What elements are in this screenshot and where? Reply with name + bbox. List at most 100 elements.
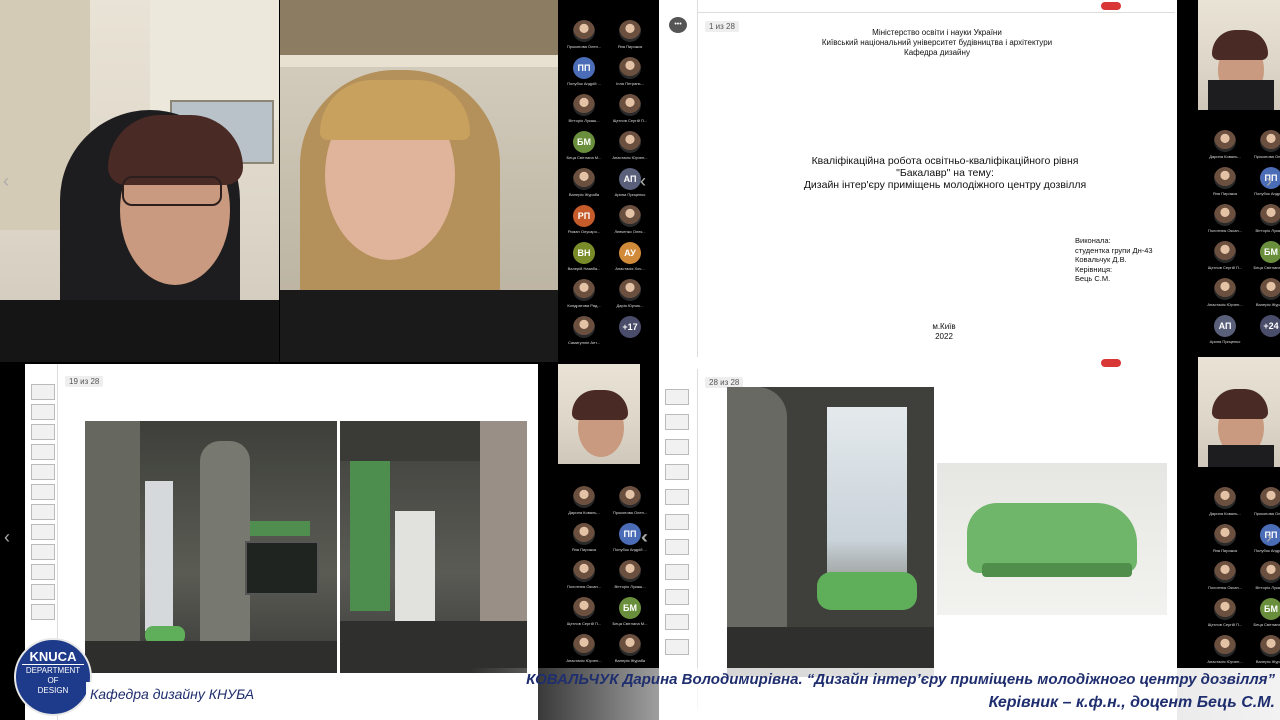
participant-name: Полотнюк Оксан...: [566, 584, 602, 589]
participant-tile[interactable]: Анастасія Юрчен...: [1206, 635, 1244, 669]
avatar: [573, 168, 595, 190]
participant-tile[interactable]: БМ Беца Світлана М...: [565, 131, 603, 165]
participant-tile[interactable]: Полотнюк Оксан...: [1206, 561, 1244, 595]
participant-tile[interactable]: Кондратова Рад...: [565, 279, 603, 313]
chevron-left-icon[interactable]: ‹: [4, 528, 10, 546]
window-sofa-render: [727, 387, 934, 677]
avatar: [1260, 278, 1280, 300]
participant-tile[interactable]: Вітторіо Лукаш...: [565, 94, 603, 128]
participant-tile[interactable]: Полотнюк Оксан...: [1206, 204, 1244, 238]
participant-tile[interactable]: Щеглов Сергій П...: [565, 597, 603, 631]
chevron-right-icon[interactable]: ›: [1266, 528, 1272, 546]
participant-tile[interactable]: Прокопова Олен...: [1252, 487, 1280, 521]
avatar: [619, 131, 641, 153]
avatar: [1214, 241, 1236, 263]
participant-tile[interactable]: Яна Пирожок: [1206, 167, 1244, 201]
participant-name: Полубок Андрій ...: [1254, 548, 1280, 553]
avatar: [1260, 204, 1280, 226]
participant-tile[interactable]: Щеглов Сергій П...: [1206, 241, 1244, 275]
caption-supervisor: Керівник – к.ф.н., доцент Бець С.М.: [988, 694, 1275, 711]
slide-thumbnails[interactable]: [659, 369, 698, 709]
participant-tile[interactable]: Яна Пирожок: [1206, 524, 1244, 558]
participant-tile[interactable]: БМ Беца Світлана М...: [611, 597, 649, 631]
close-share-button[interactable]: [1101, 359, 1121, 367]
participant-name: Валерія Жураба: [1255, 659, 1280, 664]
chevron-right-icon[interactable]: ‹: [640, 172, 646, 190]
participant-name: Дарія Юрчик...: [616, 303, 644, 308]
participant-tile[interactable]: Самигуллін Ант...: [565, 316, 603, 350]
participant-tile[interactable]: Валерія Жураба: [565, 168, 603, 202]
participant-tile[interactable]: Яна Пирожок: [565, 523, 603, 557]
participant-tile[interactable]: Валерія Жураба: [1252, 278, 1280, 312]
avatar: [573, 486, 595, 508]
chevron-left-icon[interactable]: ‹: [641, 528, 647, 546]
participant-tile[interactable]: Дарія Юрчик...: [611, 279, 649, 313]
participants-grid: Прокопова Олен... Яна Пирожок ПП Полубок Ан…: [565, 20, 649, 350]
participant-tile[interactable]: БМ Беца Світлана М...: [1252, 598, 1280, 632]
participant-tile[interactable]: Прокопова Олен...: [565, 20, 603, 54]
participants-grid: Дарина Коваль... Прокопова Олен... Яна Пир…: [1206, 130, 1280, 349]
participant-tile[interactable]: Яна Пирожок: [611, 20, 649, 54]
participant-name: Щеглов Сергій П...: [612, 118, 648, 123]
participant-name: Беца Світлана М...: [1253, 265, 1280, 270]
participant-name: Самигуллін Ант...: [568, 340, 600, 345]
sofa-render: [937, 463, 1167, 615]
chevron-left-icon[interactable]: ‹: [3, 172, 9, 190]
avatar: [619, 57, 641, 79]
participant-tile[interactable]: Вітторіо Лукаш...: [1252, 561, 1280, 595]
avatar: [619, 486, 641, 508]
participant-name: Яна Пирожок: [617, 44, 643, 49]
participant-tile[interactable]: ПП Полубок Андрій ...: [565, 57, 603, 91]
participants-panel-right-top: Дарина Коваль... Прокопова Олен... Яна Пир…: [1178, 0, 1280, 362]
university-text: Київський національний університет будів…: [821, 38, 1053, 47]
participant-tile[interactable]: Вітторіо Лукаш...: [1252, 204, 1280, 238]
participant-tile[interactable]: Полотнюк Оксан...: [565, 560, 603, 594]
avatar: ПП: [573, 57, 595, 79]
slide-thumbnails[interactable]: •••: [659, 0, 698, 357]
participant-tile[interactable]: Щеглов Сергій П...: [611, 94, 649, 128]
participant-tile[interactable]: АП Арина Прицепко: [1206, 315, 1244, 349]
participant-tile[interactable]: Валерія Жураба: [611, 634, 649, 668]
city-text: м.Київ: [932, 322, 956, 331]
avatar: [573, 20, 595, 42]
participant-name: Дарина Коваль...: [1209, 154, 1241, 159]
participant-tile[interactable]: +24: [1252, 315, 1280, 349]
participant-name: Анастасія Юрчен...: [1207, 302, 1243, 307]
avatar: [573, 560, 595, 582]
chevron-right-icon[interactable]: ›: [1266, 172, 1272, 190]
participant-tile[interactable]: Анастасія Юрчен...: [565, 634, 603, 668]
avatar: [619, 94, 641, 116]
participant-tile[interactable]: Щеглов Сергій П...: [1206, 598, 1244, 632]
avatar: [1214, 635, 1236, 657]
avatar: АП: [1214, 315, 1236, 337]
participant-tile[interactable]: ВН Валерій Назаба...: [565, 242, 603, 276]
participant-tile[interactable]: Ілля Петрань...: [611, 57, 649, 91]
participant-tile[interactable]: +17: [611, 316, 649, 350]
participant-tile[interactable]: Вітторіо Лукаш...: [611, 560, 649, 594]
year-text: 2022: [935, 332, 953, 341]
participant-tile[interactable]: Валерія Жураба: [1252, 635, 1280, 669]
knuca-logo: KNUCA DEPARTMENT OF DESIGN: [14, 638, 92, 716]
participant-tile[interactable]: Анастасія Юрчен...: [1206, 278, 1244, 312]
climbing-wall-render-1: [85, 421, 337, 673]
menu-icon[interactable]: •••: [669, 17, 687, 33]
participant-name: Прокопова Олен...: [612, 510, 648, 515]
participant-tile[interactable]: Анастасія Юрчен...: [611, 131, 649, 165]
avatar: [1214, 598, 1236, 620]
participant-tile[interactable]: Левченко Олек...: [611, 205, 649, 239]
video-tile-teacher-small: [558, 364, 640, 464]
close-share-button[interactable]: [1101, 2, 1121, 10]
participant-name: Беца Світлана М...: [1253, 622, 1280, 627]
participant-tile[interactable]: Дарина Коваль...: [1206, 487, 1244, 521]
participant-tile[interactable]: Прокопова Олен...: [611, 486, 649, 520]
participant-tile[interactable]: Прокопова Олен...: [1252, 130, 1280, 164]
participant-tile[interactable]: Дарина Коваль...: [565, 486, 603, 520]
participant-name: Кондратова Рад...: [567, 303, 601, 308]
avatar: [1260, 130, 1280, 152]
participant-tile[interactable]: БМ Беца Світлана М...: [1252, 241, 1280, 275]
participant-tile[interactable]: РП Роман Олусаро...: [565, 205, 603, 239]
participant-tile[interactable]: Дарина Коваль...: [1206, 130, 1244, 164]
caption-department: Кафедра дизайну КНУБА: [90, 686, 255, 702]
video-tile-teacher: ‹: [0, 0, 279, 362]
participant-tile[interactable]: АУ Анастасія Хоч...: [611, 242, 649, 276]
